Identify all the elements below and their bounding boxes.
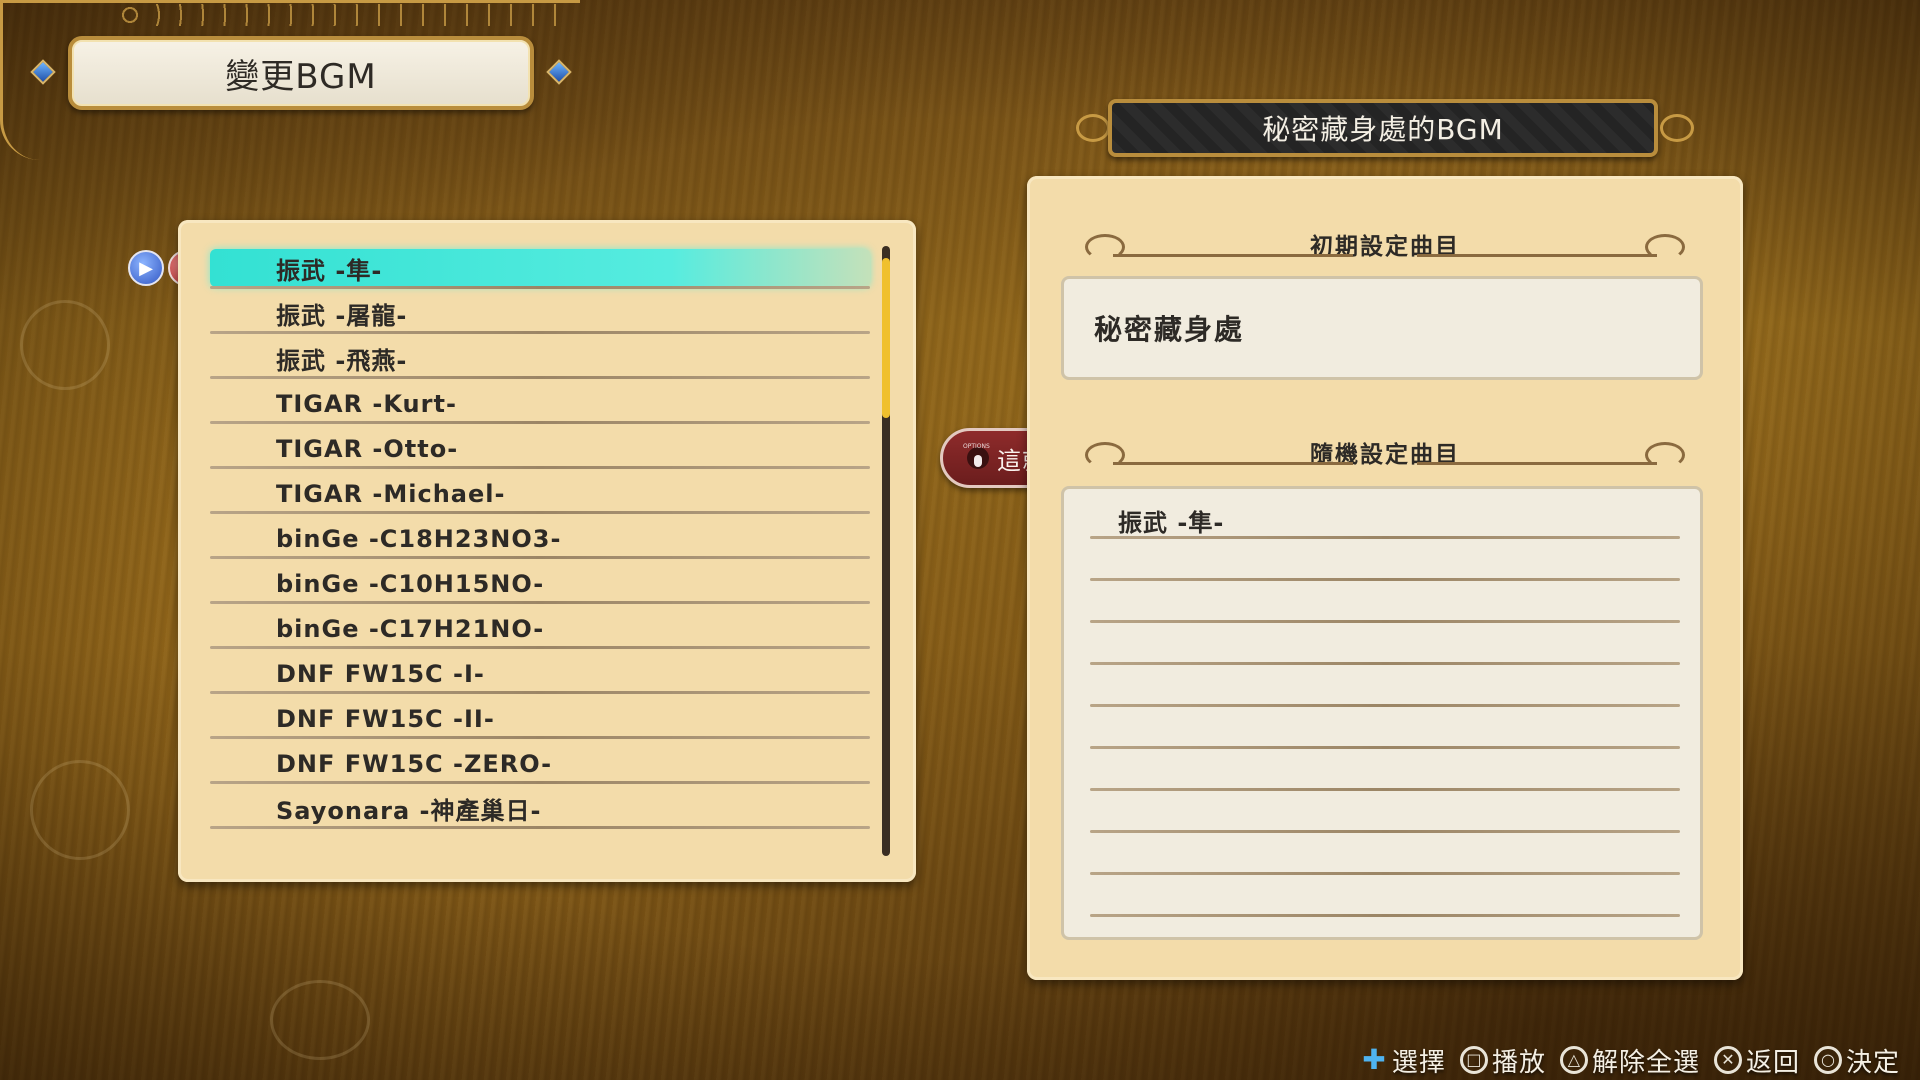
track-list-item[interactable]: TIGAR -Otto- xyxy=(210,426,870,471)
square-button-icon: □ xyxy=(1459,1046,1488,1074)
default-track-value: 秘密藏身處 xyxy=(1094,313,1245,346)
background-doodle xyxy=(20,300,110,390)
track-list-item-label: TIGAR -Kurt- xyxy=(276,389,457,418)
track-list-item-label: TIGAR -Michael- xyxy=(276,479,506,508)
heading-ornament xyxy=(1085,234,1125,260)
track-list-item-label: DNF FW15C -II- xyxy=(276,704,495,733)
track-list-item-label: TIGAR -Otto- xyxy=(276,434,459,463)
control-hint-label: 播放 xyxy=(1491,1047,1546,1078)
location-banner-label: 秘密藏身處的BGM xyxy=(1262,113,1504,146)
track-list-item-label: 振武 -屠龍- xyxy=(276,302,408,330)
random-track-slot[interactable]: 振武 -隼- xyxy=(1090,499,1680,541)
background-doodle xyxy=(30,760,130,860)
page-title: 變更BGM xyxy=(225,56,377,97)
circle-button-icon: ○ xyxy=(1813,1046,1842,1074)
title-ornament xyxy=(120,4,560,26)
random-track-slot[interactable] xyxy=(1090,877,1680,919)
random-track-slot[interactable] xyxy=(1090,541,1680,583)
random-track-slot[interactable] xyxy=(1090,583,1680,625)
page-title-plate: 變更BGM xyxy=(68,36,534,110)
control-hint: ○ 決定 xyxy=(1813,1042,1900,1079)
banner-ornament-left xyxy=(1076,114,1110,142)
track-list-item-label: Sayonara -神產巢日- xyxy=(276,797,542,825)
heading-ornament xyxy=(1645,234,1685,260)
heading-ornament xyxy=(1645,442,1685,468)
default-track-heading: 初期設定曲目 xyxy=(1083,224,1687,264)
track-list: 振武 -隼- 振武 -屠龍- 振武 -飛燕- TIGAR -Kurt- TIGAR -O… xyxy=(210,246,870,831)
control-hint: ✕ 返回 xyxy=(1713,1042,1800,1079)
background-doodle xyxy=(270,980,370,1060)
random-track-slot[interactable] xyxy=(1090,835,1680,877)
track-list-item-label: 振武 -隼- xyxy=(276,257,383,285)
track-list-item[interactable]: Sayonara -神產巢日- xyxy=(210,786,870,831)
controller-hints: ✚ 選擇 □ 播放 △ 解除全選 ✕ 返回 ○ 決定 xyxy=(1360,1040,1900,1080)
control-hint: □ 播放 xyxy=(1459,1042,1546,1079)
track-list-scrollbar[interactable] xyxy=(882,246,890,856)
random-track-slot-label: 振武 -隼- xyxy=(1118,508,1225,537)
play-icon[interactable]: ▶ xyxy=(128,250,164,286)
control-hint: △ 解除全選 xyxy=(1559,1042,1700,1079)
track-list-item[interactable]: TIGAR -Michael- xyxy=(210,471,870,516)
track-list-item-label: DNF FW15C -I- xyxy=(276,659,485,688)
track-list-item-label: binGe -C18H23NO3- xyxy=(276,524,562,553)
track-list-item[interactable]: DNF FW15C -II- xyxy=(210,696,870,741)
dpad-icon: ✚ xyxy=(1362,1043,1386,1076)
location-banner: 秘密藏身處的BGM xyxy=(1108,99,1658,157)
random-track-list: 振武 -隼- xyxy=(1090,499,1680,919)
track-list-item[interactable]: 振武 -飛燕- xyxy=(210,336,870,381)
default-track-heading-label: 初期設定曲目 xyxy=(1310,234,1460,260)
random-track-slot[interactable] xyxy=(1090,709,1680,751)
bgm-settings-panel: 初期設定曲目 秘密藏身處 隨機設定曲目 振武 -隼- xyxy=(1027,176,1743,980)
track-list-item-label: DNF FW15C -ZERO- xyxy=(276,749,553,778)
track-list-item[interactable]: DNF FW15C -ZERO- xyxy=(210,741,870,786)
track-list-item[interactable]: binGe -C17H21NO- xyxy=(210,606,870,651)
track-list-item[interactable]: 振武 -屠龍- xyxy=(210,291,870,336)
track-list-item[interactable]: binGe -C10H15NO- xyxy=(210,561,870,606)
control-hint-label: 返回 xyxy=(1745,1047,1800,1078)
triangle-button-icon: △ xyxy=(1559,1046,1588,1074)
random-track-slot[interactable] xyxy=(1090,751,1680,793)
cross-button-icon: ✕ xyxy=(1713,1046,1742,1074)
track-list-item-label: binGe -C10H15NO- xyxy=(276,569,545,598)
random-track-heading: 隨機設定曲目 xyxy=(1083,432,1687,472)
control-hint-label: 解除全選 xyxy=(1591,1047,1700,1078)
random-track-heading-label: 隨機設定曲目 xyxy=(1310,442,1460,468)
track-list-item-label: binGe -C17H21NO- xyxy=(276,614,545,643)
scrollbar-thumb[interactable] xyxy=(882,258,890,418)
control-hint-label: 選擇 xyxy=(1391,1047,1446,1078)
banner-ornament-right xyxy=(1660,114,1694,142)
track-list-item-label: 振武 -飛燕- xyxy=(276,347,408,375)
control-hint-label: 決定 xyxy=(1845,1047,1900,1078)
heading-ornament xyxy=(1085,442,1125,468)
random-track-slot[interactable] xyxy=(1090,667,1680,709)
track-list-item[interactable]: TIGAR -Kurt- xyxy=(210,381,870,426)
track-list-item[interactable]: binGe -C18H23NO3- xyxy=(210,516,870,561)
track-list-panel: 振武 -隼- 振武 -屠龍- 振武 -飛燕- TIGAR -Kurt- TIGAR -O… xyxy=(178,220,916,882)
control-hint: ✚ 選擇 xyxy=(1360,1042,1446,1079)
random-track-slot[interactable] xyxy=(1090,793,1680,835)
track-list-item[interactable]: 振武 -隼- xyxy=(210,246,870,291)
track-list-item[interactable]: DNF FW15C -I- xyxy=(210,651,870,696)
default-track-box[interactable]: 秘密藏身處 xyxy=(1061,276,1703,380)
random-track-slot[interactable] xyxy=(1090,625,1680,667)
random-track-box: 振武 -隼- xyxy=(1061,486,1703,940)
options-button-icon: OPTIONS xyxy=(963,443,990,469)
